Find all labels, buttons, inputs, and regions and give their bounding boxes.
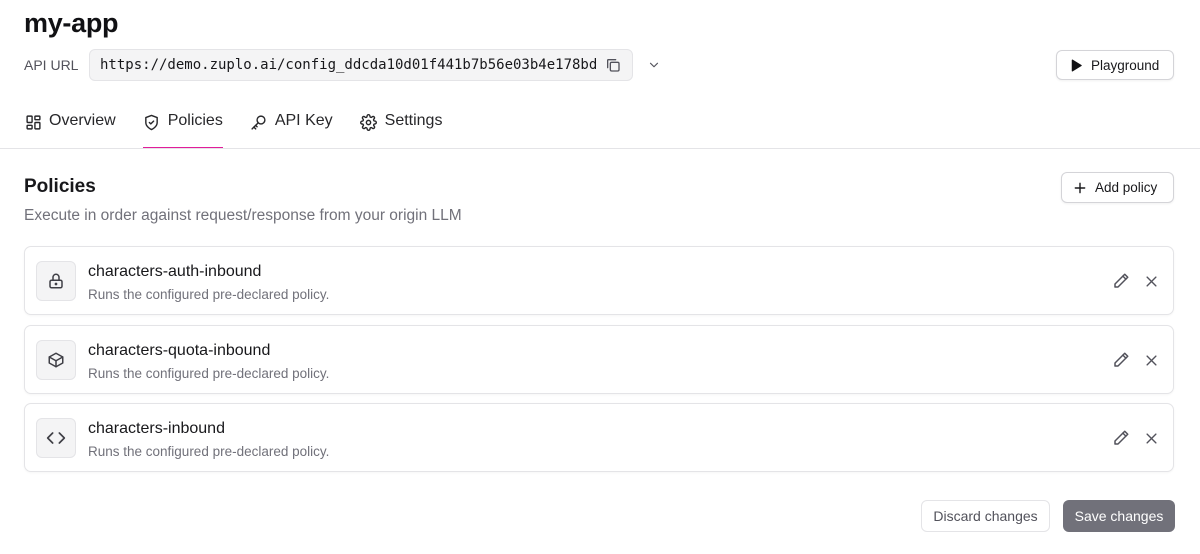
close-icon[interactable]: [1141, 428, 1161, 448]
play-icon: [1068, 57, 1084, 73]
save-changes-button[interactable]: Save changes: [1063, 500, 1175, 532]
box-icon: [36, 340, 76, 380]
add-policy-label: Add policy: [1095, 180, 1158, 195]
grid-icon: [24, 113, 42, 131]
tab-policies-label: Policies: [167, 112, 223, 129]
policy-card[interactable]: characters-auth-inbound Runs the configu…: [24, 246, 1174, 315]
add-policy-button[interactable]: Add policy: [1061, 172, 1174, 203]
tab-overview-label: Overview: [49, 112, 116, 129]
close-icon[interactable]: [1141, 271, 1161, 291]
tab-overview[interactable]: Overview: [24, 100, 116, 149]
policy-card[interactable]: characters-quota-inbound Runs the config…: [24, 325, 1174, 394]
section-subtitle: Execute in order against request/respons…: [24, 207, 462, 224]
lock-icon: [36, 261, 76, 301]
code-icon: [36, 418, 76, 458]
discard-changes-button[interactable]: Discard changes: [921, 500, 1050, 532]
api-url-label: API URL: [24, 57, 79, 73]
tab-bar: Overview Policies API Key Settings: [24, 100, 469, 149]
tab-settings[interactable]: Settings: [360, 100, 443, 149]
policy-card[interactable]: characters-inbound Runs the configured p…: [24, 403, 1174, 472]
pencil-icon[interactable]: [1111, 350, 1131, 370]
tab-api-key-label: API Key: [274, 112, 333, 129]
pencil-icon[interactable]: [1111, 428, 1131, 448]
copy-icon[interactable]: [604, 56, 622, 74]
api-url-field[interactable]: https://demo.zuplo.ai/config_ddcda10d01f…: [89, 49, 633, 81]
playground-button[interactable]: Playground: [1056, 50, 1174, 80]
section-title: Policies: [24, 176, 96, 197]
gear-icon: [360, 113, 378, 131]
close-icon[interactable]: [1141, 350, 1161, 370]
policy-name: characters-inbound: [88, 420, 225, 437]
policy-description: Runs the configured pre-declared policy.: [88, 366, 330, 381]
policy-description: Runs the configured pre-declared policy.: [88, 444, 330, 459]
tab-divider: [0, 148, 1200, 149]
tab-settings-label: Settings: [384, 112, 443, 129]
policy-name: characters-quota-inbound: [88, 342, 271, 359]
shield-icon: [143, 113, 161, 131]
tab-policies[interactable]: Policies: [142, 100, 223, 149]
policy-description: Runs the configured pre-declared policy.: [88, 287, 330, 302]
plus-icon: [1073, 181, 1087, 195]
pencil-icon[interactable]: [1111, 271, 1131, 291]
tab-api-key[interactable]: API Key: [250, 100, 333, 149]
policy-name: characters-auth-inbound: [88, 263, 262, 280]
playground-label: Playground: [1091, 57, 1160, 73]
api-url-row: API URL https://demo.zuplo.ai/config_ddc…: [24, 49, 663, 81]
api-url-text[interactable]: https://demo.zuplo.ai/config_ddcda10d01f…: [100, 57, 598, 73]
key-icon: [250, 113, 268, 131]
chevron-down-icon[interactable]: [645, 56, 663, 74]
app-title: my-app: [24, 8, 119, 38]
